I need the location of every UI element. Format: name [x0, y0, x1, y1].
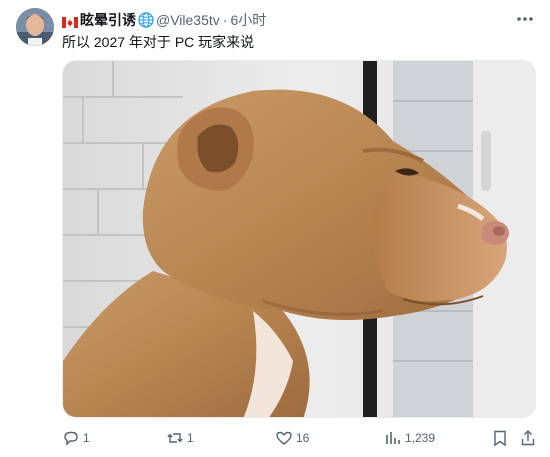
display-name[interactable]: 眩晕引诱 — [80, 10, 136, 30]
like-button[interactable]: 16 — [275, 428, 309, 448]
retweet-button[interactable]: 1 — [166, 428, 194, 448]
retweet-count: 1 — [187, 431, 194, 445]
tweet-header: 眩晕引诱 @Vile35tv · 6小时 — [62, 10, 266, 30]
globe-icon — [138, 12, 154, 28]
bookmark-button[interactable] — [492, 428, 508, 448]
separator-dot: · — [222, 12, 228, 28]
user-handle[interactable]: @Vile35tv — [156, 12, 220, 28]
bookmark-icon — [494, 430, 506, 447]
reply-count: 1 — [83, 431, 90, 445]
avatar[interactable] — [16, 8, 54, 46]
dog-side-eye-image[interactable] — [62, 60, 536, 418]
retweet-icon — [167, 433, 183, 443]
canada-flag-icon — [62, 15, 78, 28]
views-chart-icon — [386, 432, 400, 444]
like-count: 16 — [296, 431, 310, 445]
tweet: 眩晕引诱 @Vile35tv · 6小时 所以 2027 年对于 PC 玩家来说 — [0, 0, 550, 457]
views-count: 1,239 — [405, 431, 436, 445]
reply-icon — [64, 431, 78, 446]
more-options-icon[interactable] — [514, 10, 536, 28]
reply-button[interactable]: 1 — [62, 428, 90, 448]
views-button[interactable]: 1,239 — [384, 428, 435, 448]
tweet-actions: 1 1 16 1,239 — [62, 428, 536, 448]
share-button[interactable] — [520, 428, 536, 448]
share-icon — [521, 430, 535, 446]
timestamp[interactable]: 6小时 — [230, 10, 266, 30]
tweet-text: 所以 2027 年对于 PC 玩家来说 — [62, 34, 255, 50]
heart-icon — [276, 431, 292, 445]
